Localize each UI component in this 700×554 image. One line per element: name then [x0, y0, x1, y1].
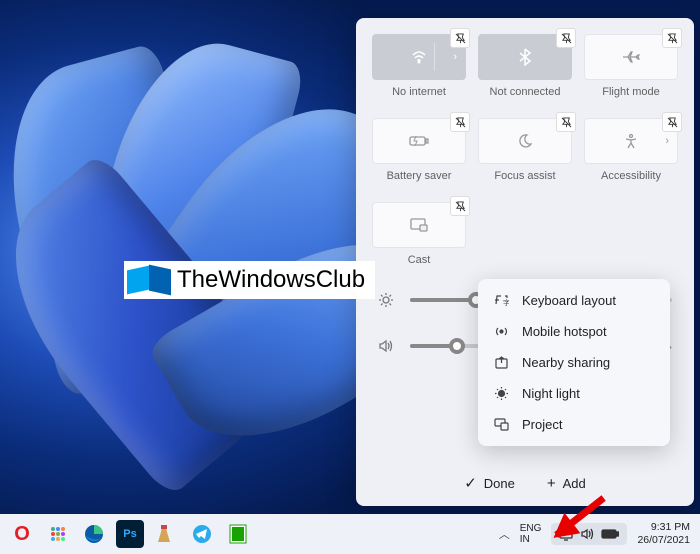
- wifi-icon: [411, 49, 427, 65]
- telegram-icon[interactable]: [188, 520, 216, 548]
- language-indicator[interactable]: ENG IN: [520, 523, 542, 545]
- add-label: Add: [563, 476, 586, 491]
- menu-mobile-hotspot[interactable]: Mobile hotspot: [484, 316, 664, 347]
- menu-item-label: Mobile hotspot: [522, 324, 607, 339]
- taskbar-system-tray: ︿ ENG IN 9:31 PM 26/07/2021: [499, 521, 700, 546]
- unpin-button[interactable]: [556, 112, 576, 132]
- tile-flight-mode: Flight mode: [584, 34, 678, 98]
- add-button[interactable]: + Add: [547, 474, 586, 492]
- unpin-button[interactable]: [450, 28, 470, 48]
- menu-keyboard-layout[interactable]: 字 Keyboard layout: [484, 285, 664, 316]
- chevron-right-icon: ›: [453, 51, 457, 63]
- tile-bluetooth: Not connected: [478, 34, 572, 98]
- tile-cast: Cast: [372, 202, 466, 266]
- checkmark-icon: ✓: [464, 474, 477, 492]
- add-menu-flyout: 字 Keyboard layout Mobile hotspot Nearby …: [478, 279, 670, 446]
- tile-focus-assist: Focus assist: [478, 118, 572, 182]
- taskbar-apps: O Ps: [0, 520, 252, 548]
- unpin-button[interactable]: [662, 112, 682, 132]
- quick-settings-panel: › No internet Not connected: [356, 18, 694, 506]
- unpin-button[interactable]: [662, 28, 682, 48]
- cast-icon: [410, 218, 428, 232]
- hotspot-icon: [494, 324, 510, 339]
- accessibility-icon: [623, 133, 639, 149]
- done-button[interactable]: ✓ Done: [464, 474, 515, 492]
- tile-label: No internet: [372, 86, 466, 98]
- battery-icon: [409, 135, 429, 147]
- watermark-badge: TheWindowsClub: [124, 261, 375, 299]
- ccleaner-icon[interactable]: [152, 520, 180, 548]
- moon-icon: [517, 133, 533, 149]
- battery-icon: [601, 529, 619, 539]
- watermark-text: TheWindowsClub: [177, 266, 365, 294]
- unpin-button[interactable]: [450, 196, 470, 216]
- brightness-icon: [378, 292, 396, 308]
- tile-wifi: › No internet: [372, 34, 466, 98]
- menu-item-label: Project: [522, 417, 562, 432]
- keyboard-icon: 字: [494, 293, 510, 308]
- menu-night-light[interactable]: Night light: [484, 378, 664, 409]
- volume-icon: [580, 527, 594, 541]
- taskbar: O Ps ︿ ENG IN: [0, 514, 700, 554]
- menu-item-label: Keyboard layout: [522, 293, 616, 308]
- tile-label: Flight mode: [584, 86, 678, 98]
- tray-overflow-icon[interactable]: ︿: [499, 526, 510, 542]
- svg-text:字: 字: [503, 298, 509, 307]
- nightlight-icon: [494, 386, 510, 401]
- tile-label: Battery saver: [372, 170, 466, 182]
- menu-item-label: Night light: [522, 386, 580, 401]
- tile-label: Cast: [372, 254, 466, 266]
- photoshop-icon[interactable]: Ps: [116, 520, 144, 548]
- menu-item-label: Nearby sharing: [522, 355, 610, 370]
- menu-nearby-sharing[interactable]: Nearby sharing: [484, 347, 664, 378]
- quick-settings-footer: ✓ Done + Add: [356, 474, 694, 492]
- quick-settings-grid: › No internet Not connected: [372, 34, 678, 266]
- airplane-icon: [622, 49, 640, 65]
- clock[interactable]: 9:31 PM 26/07/2021: [637, 521, 690, 546]
- speaker-icon: [378, 338, 396, 354]
- tile-battery-saver: Battery saver: [372, 118, 466, 182]
- project-icon: [494, 417, 510, 432]
- done-label: Done: [484, 476, 515, 491]
- tile-label: Accessibility: [584, 170, 678, 182]
- opera-icon[interactable]: O: [8, 520, 36, 548]
- edge-icon[interactable]: [80, 520, 108, 548]
- all-apps-icon[interactable]: [44, 520, 72, 548]
- menu-project[interactable]: Project: [484, 409, 664, 440]
- tile-label: Not connected: [478, 86, 572, 98]
- tile-label: Focus assist: [478, 170, 572, 182]
- unpin-button[interactable]: [556, 28, 576, 48]
- watermark-logo-icon: [127, 264, 171, 296]
- chevron-right-icon: ›: [665, 135, 669, 147]
- libreoffice-icon[interactable]: [224, 520, 252, 548]
- plus-icon: +: [547, 475, 556, 492]
- bluetooth-icon: [518, 48, 532, 66]
- share-icon: [494, 355, 510, 370]
- unpin-button[interactable]: [450, 112, 470, 132]
- tile-accessibility: › Accessibility: [584, 118, 678, 182]
